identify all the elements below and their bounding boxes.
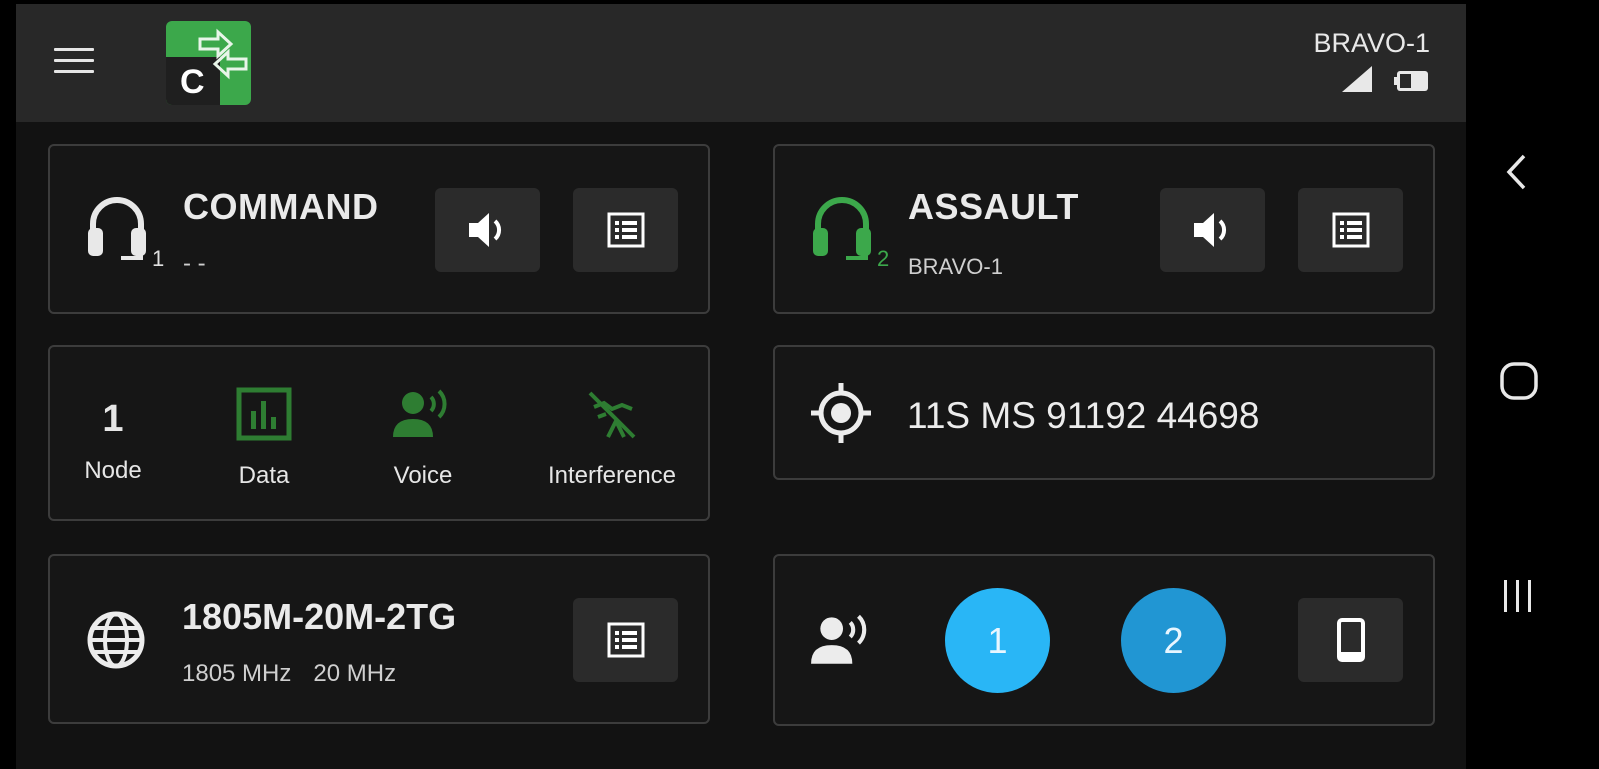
talk-group-1-label: 1 xyxy=(987,619,1008,661)
channel-subtitle: - - xyxy=(183,250,206,277)
bandwidth-value: 20 MHz xyxy=(313,660,397,687)
channel-card-command: 1 COMMAND - - xyxy=(48,144,710,314)
frequency-value: 1805 MHz xyxy=(182,660,292,687)
volume-button[interactable] xyxy=(435,188,540,272)
channel-subtitle: BRAVO-1 xyxy=(908,254,1003,279)
list-details-icon xyxy=(607,622,644,658)
volume-button[interactable] xyxy=(1160,188,1265,272)
back-nav-icon[interactable] xyxy=(1504,152,1528,197)
talk-group-1-button[interactable]: 1 xyxy=(945,588,1050,693)
list-details-icon xyxy=(1332,212,1369,248)
globe-icon xyxy=(86,610,146,675)
gps-crosshair-icon xyxy=(809,381,873,450)
battery-icon xyxy=(1394,70,1430,97)
top-bar: C BRAVO-1 xyxy=(16,4,1466,122)
node-stat: 1 Node xyxy=(80,397,146,485)
app-logo-icon: C xyxy=(166,21,251,105)
headset-icon xyxy=(811,196,873,267)
network-profile-card: 1805M-20M-2TG 1805 MHz 20 MHz xyxy=(48,554,710,724)
channel-title: COMMAND xyxy=(183,186,379,227)
data-label: Data xyxy=(238,462,290,489)
network-status-card: 1 Node Data Voice Interference xyxy=(48,345,710,521)
hamburger-menu-icon[interactable] xyxy=(54,48,94,78)
channel-details-button[interactable] xyxy=(1298,188,1403,272)
voice-stat: Voice xyxy=(377,387,469,490)
channel-card-assault: 2 ASSAULT BRAVO-1 xyxy=(773,144,1435,314)
voice-speaker-icon xyxy=(809,612,875,673)
channel-details-button[interactable] xyxy=(573,188,678,272)
logo-letter: C xyxy=(180,63,205,101)
device-name: BRAVO-1 xyxy=(1313,28,1430,58)
home-nav-icon[interactable] xyxy=(1500,362,1538,405)
channel-number: 1 xyxy=(152,246,165,271)
speaker-icon xyxy=(468,213,501,247)
data-stat: Data xyxy=(218,387,310,490)
voice-label: Voice xyxy=(393,462,453,489)
app-screen: C BRAVO-1 1 COMMAND - - 2 ASSAULT BRAVO-… xyxy=(16,4,1466,769)
interference-label: Interference xyxy=(547,462,677,489)
list-details-icon xyxy=(607,212,644,248)
channel-number: 2 xyxy=(877,246,890,271)
recent-apps-nav-icon[interactable] xyxy=(1500,578,1536,619)
location-card: 11S MS 91192 44698 xyxy=(773,345,1435,480)
node-count: 1 xyxy=(102,398,124,440)
talk-group-card: 1 2 xyxy=(773,554,1435,726)
speaker-icon xyxy=(1193,213,1226,247)
interference-icon xyxy=(588,391,636,439)
channel-title: ASSAULT xyxy=(908,186,1079,227)
mgrs-coordinate: 11S MS 91192 44698 xyxy=(907,395,1260,436)
node-label: Node xyxy=(84,457,142,484)
network-details-button[interactable] xyxy=(573,598,678,682)
network-frequency-info: 1805 MHz 20 MHz xyxy=(182,660,418,688)
talk-group-2-button[interactable]: 2 xyxy=(1121,588,1226,693)
voice-speaker-icon xyxy=(393,389,447,437)
phone-device-icon xyxy=(1336,618,1365,662)
talk-group-2-label: 2 xyxy=(1163,619,1184,661)
data-chart-icon xyxy=(236,387,292,441)
headset-icon xyxy=(86,196,148,267)
network-profile-name: 1805M-20M-2TG xyxy=(182,596,457,637)
device-button[interactable] xyxy=(1298,598,1403,682)
signal-strength-icon xyxy=(1342,66,1372,97)
interference-stat: Interference xyxy=(540,387,684,490)
system-navigation-bar xyxy=(1466,0,1599,769)
